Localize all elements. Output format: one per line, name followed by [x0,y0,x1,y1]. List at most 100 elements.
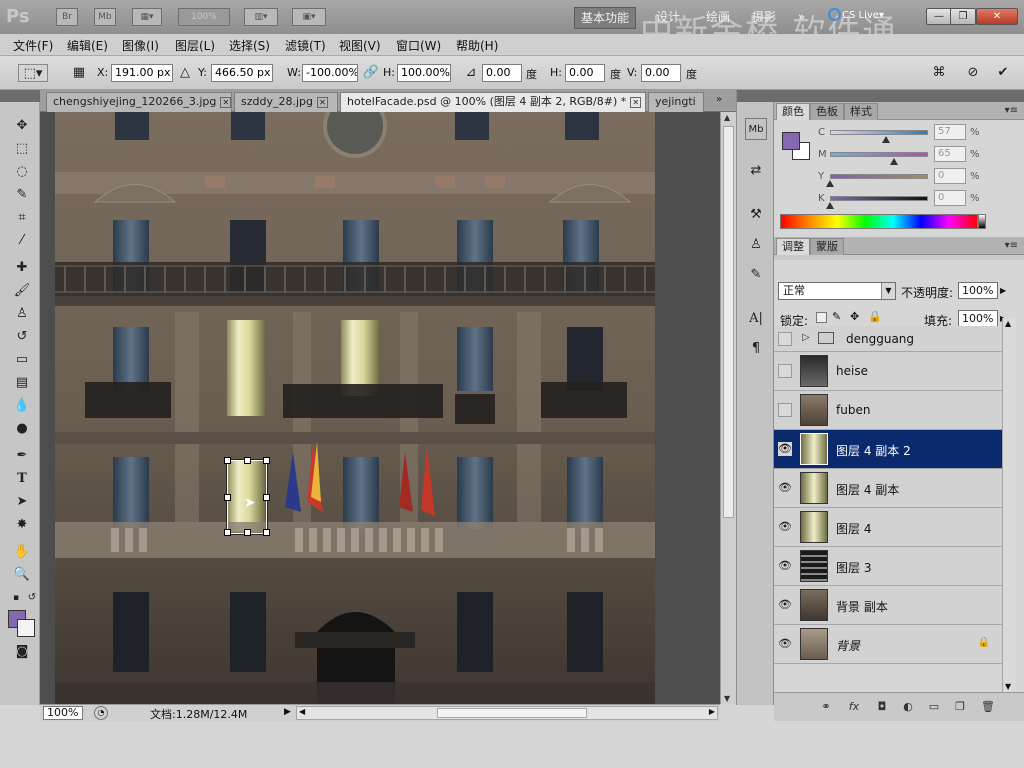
transform-handle[interactable] [244,457,251,464]
close-window-button[interactable]: ✕ [976,8,1018,25]
layer-row-layer4-copy2[interactable]: 👁 图层 4 副本 2 [774,430,1002,469]
slider-knob[interactable] [882,136,890,143]
menu-filter[interactable]: 滤镜(T) [285,37,326,54]
menu-view[interactable]: 视图(V) [339,37,381,54]
tab-masks[interactable]: 蒙版 [810,238,844,255]
menu-window[interactable]: 窗口(W) [396,37,441,54]
opacity-arrow-icon[interactable]: ▶ [1000,286,1006,295]
folder-icon[interactable]: ▭ [926,699,942,715]
tab-adjustments[interactable]: 调整 [776,238,810,255]
cs-live-button[interactable]: CS Live▾ [828,8,884,21]
scroll-thumb[interactable] [437,708,587,718]
y-input[interactable]: 466.50 px [211,64,273,82]
transform-handle[interactable] [263,457,270,464]
minibridge-icon[interactable]: Mb [94,8,116,26]
clone-stamp-tool-icon[interactable]: ♙ [12,304,32,324]
layer-row-background[interactable]: 👁 背景 🔒 [774,625,1002,664]
move-tool-icon[interactable]: ✥ [12,116,32,136]
zoom-level-dropdown[interactable]: 100% [178,8,230,26]
clone-source-panel-icon[interactable]: ♙ [745,234,767,256]
close-icon[interactable]: ✕ [220,96,231,108]
workspace-essentials[interactable]: 基本功能 [574,7,637,29]
scroll-up-icon[interactable]: ▲ [1005,319,1011,328]
document-canvas[interactable]: ➤ [40,112,720,704]
warp-mode-icon[interactable]: ⌘ [930,64,948,82]
link-icon[interactable]: 🔗 [362,64,380,82]
crop-tool-icon[interactable]: ⌗ [12,208,32,228]
brush-presets-panel-icon[interactable]: ✎ [745,264,767,286]
quick-mask-icon[interactable]: ◙ [12,642,32,662]
status-info-icon[interactable]: ◔ [94,706,108,720]
layer-row-fuben[interactable]: fuben [774,391,1002,430]
commit-transform-icon[interactable]: ✔ [994,64,1012,82]
status-menu-arrow-icon[interactable]: ▶ [284,707,291,717]
lock-position-icon[interactable]: ✥ [850,310,859,323]
history-panel-icon[interactable]: ⇄ [745,160,767,182]
visibility-toggle[interactable] [778,364,792,378]
zoom-input[interactable]: 100% [43,706,83,720]
transform-handle[interactable] [263,494,270,501]
eye-icon[interactable]: 👁 [778,520,792,534]
tab-styles[interactable]: 样式 [844,103,878,120]
tab-swatches[interactable]: 色板 [810,103,844,120]
scroll-left-icon[interactable]: ◀ [299,707,305,716]
tool-presets-panel-icon[interactable]: ⚒ [745,204,767,226]
slider-knob[interactable] [826,202,834,209]
lock-all-icon[interactable]: 🔒 [868,310,882,323]
marquee-tool-icon[interactable]: ⬚ [12,139,32,159]
background-color-swatch[interactable] [17,619,35,637]
black-value[interactable]: 0 [934,190,966,206]
panel-menu-icon[interactable]: ▾≡ [1005,105,1018,116]
lock-pixels-icon[interactable]: ✎ [832,310,841,323]
cancel-transform-icon[interactable]: ⊘ [964,64,982,82]
eye-icon[interactable]: 👁 [778,598,792,612]
transform-handle[interactable] [224,529,231,536]
reference-point-icon[interactable]: ▦ [70,64,88,82]
history-brush-tool-icon[interactable]: ↺ [12,327,32,347]
eraser-tool-icon[interactable]: ▭ [12,350,32,370]
hand-tool-icon[interactable]: ✋ [12,542,32,562]
paragraph-panel-icon[interactable]: ¶ [745,338,767,360]
layer-row-dengguang[interactable]: ▷ dengguang [774,326,1002,352]
menu-image[interactable]: 图像(I) [122,37,159,54]
width-input[interactable]: -100.00% [302,64,358,82]
zoom-tool-icon[interactable]: 🔍 [12,565,32,585]
height-input[interactable]: 100.00% [397,64,451,82]
layers-scrollbar[interactable]: ▲ ▼ [1002,318,1016,692]
relative-position-icon[interactable]: △ [176,64,194,82]
healing-brush-tool-icon[interactable]: ✚ [12,258,32,278]
tab-hotelfacade[interactable]: hotelFacade.psd @ 100% (图层 4 副本 2, RGB/8… [340,92,646,112]
eye-icon[interactable]: 👁 [778,559,792,573]
bridge-icon[interactable]: Br [56,8,78,26]
trash-icon[interactable]: 🗑 [980,699,996,715]
magenta-slider[interactable] [830,152,928,157]
layer-row-background-copy[interactable]: 👁 背景 副本 [774,586,1002,625]
cyan-value[interactable]: 57 [934,124,966,140]
eye-icon[interactable]: 👁 [778,481,792,495]
layer-row-layer4-copy[interactable]: 👁 图层 4 副本 [774,469,1002,508]
gradient-tool-icon[interactable]: ▤ [12,373,32,393]
quick-selection-tool-icon[interactable]: ✎ [12,185,32,205]
lasso-tool-icon[interactable]: ◌ [12,162,32,182]
custom-shape-tool-icon[interactable]: ✸ [12,515,32,535]
horizontal-scrollbar[interactable]: ◀ ▶ [296,706,718,720]
yellow-slider[interactable] [830,174,928,179]
brush-tool-icon[interactable]: 🖌 [12,281,32,301]
cyan-slider[interactable] [830,130,928,135]
black-white-ramp[interactable] [978,214,986,229]
blur-tool-icon[interactable]: 💧 [12,396,32,416]
adjustment-icon[interactable]: ◐ [900,699,916,715]
visibility-toggle[interactable] [778,332,792,346]
close-icon[interactable]: ✕ [630,96,642,108]
tab-overflow-icon[interactable]: » [716,94,722,105]
layer-row-layer4[interactable]: 👁 图层 4 [774,508,1002,547]
new-layer-icon[interactable]: ❐ [952,699,968,715]
tab-szddy[interactable]: szddy_28.jpg ✕ [234,92,338,112]
slider-knob[interactable] [890,158,898,165]
dodge-tool-icon[interactable]: ● [12,419,32,439]
link-icon[interactable]: ⚭ [818,699,834,715]
scroll-right-icon[interactable]: ▶ [709,707,715,716]
blend-mode-select[interactable]: 正常 ▼ [778,282,896,300]
type-tool-icon[interactable]: T [12,469,32,489]
visibility-toggle[interactable] [778,403,792,417]
